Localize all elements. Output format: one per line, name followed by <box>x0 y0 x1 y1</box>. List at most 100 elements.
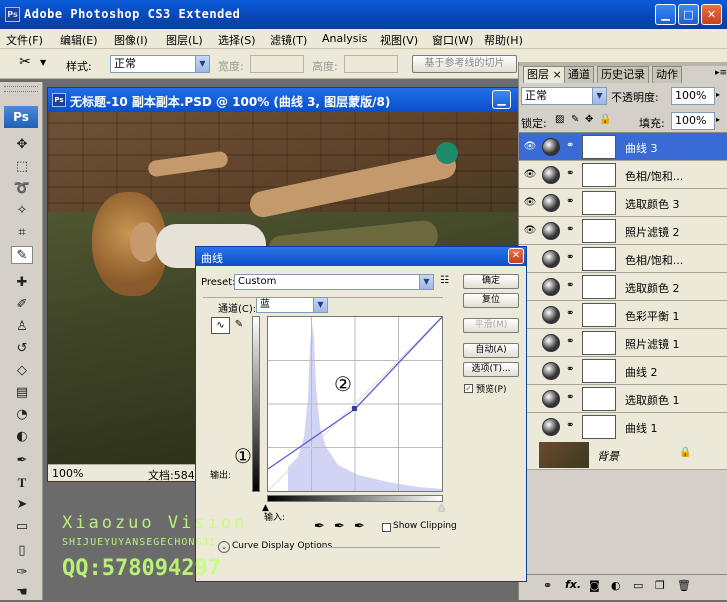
chain-link-icon[interactable]: ⚭ <box>566 252 576 266</box>
width-input[interactable] <box>250 55 304 73</box>
menu-window[interactable]: 窗口(W) <box>432 32 473 48</box>
height-input[interactable] <box>344 55 398 73</box>
menu-file[interactable]: 文件(F) <box>6 32 43 48</box>
crop-tool-icon[interactable]: ⌗ <box>11 224 33 242</box>
layer-row[interactable]: 👁 ⚭ 曲线 3 <box>519 133 727 161</box>
preview-checkbox[interactable]: ✓ <box>464 384 473 393</box>
document-minimize-button[interactable]: ▁ <box>492 90 511 109</box>
chain-link-icon[interactable]: ⚭ <box>566 420 576 434</box>
auto-button[interactable]: 自动(A) <box>463 343 519 358</box>
menu-edit[interactable]: 编辑(E) <box>60 32 98 48</box>
layer-row[interactable]: ⚭ 色彩平衡 1 <box>519 301 727 329</box>
layer-mask-thumbnail[interactable] <box>582 163 616 187</box>
tab-history[interactable]: 历史记录 <box>597 66 649 83</box>
layer-row[interactable]: 👁 ⚭ 照片滤镜 2 <box>519 217 727 245</box>
slice-tool-icon[interactable]: ✎ <box>11 246 33 264</box>
curve-display-options-label[interactable]: Curve Display Options <box>232 541 332 551</box>
adjustment-icon[interactable]: ◐ <box>611 579 621 592</box>
blend-mode-select[interactable]: 正常 ▼ <box>521 87 607 105</box>
pencil-icon[interactable]: ✎ <box>232 317 246 334</box>
layer-mask-thumbnail[interactable] <box>582 387 616 411</box>
preset-select[interactable]: Custom ▼ <box>234 274 434 290</box>
layer-row[interactable]: ⚭ 色相/饱和... <box>519 245 727 273</box>
magic-wand-tool-icon[interactable]: ✧ <box>11 202 33 220</box>
maximize-button[interactable]: □ <box>678 4 699 25</box>
layer-mask-thumbnail[interactable] <box>582 415 616 439</box>
layer-mask-thumbnail[interactable] <box>582 191 616 215</box>
panel-menu-icon[interactable]: ▸≡ <box>715 68 727 78</box>
shape-tool-icon[interactable]: ▭ <box>11 518 33 536</box>
menu-help[interactable]: 帮助(H) <box>484 32 523 48</box>
layer-row[interactable]: ⚭ 选取颜色 2 <box>519 273 727 301</box>
blur-tool-icon[interactable]: ◔ <box>11 406 33 424</box>
layer-row[interactable]: ⚭ 照片滤镜 1 <box>519 329 727 357</box>
chain-link-icon[interactable]: ⚭ <box>566 364 576 378</box>
layer-mask-thumbnail[interactable] <box>582 135 616 159</box>
new-layer-icon[interactable]: ❐ <box>655 579 665 592</box>
lasso-tool-icon[interactable]: ➰ <box>11 180 33 198</box>
black-eyedropper-icon[interactable]: ✒ <box>314 519 325 534</box>
move-tool-icon[interactable]: ✥ <box>11 136 33 154</box>
type-tool-icon[interactable]: T <box>11 474 33 492</box>
gray-eyedropper-icon[interactable]: ✒ <box>334 519 345 534</box>
slice-select-tool-icon[interactable]: ✂ <box>14 54 36 74</box>
layer-mask-thumbnail[interactable] <box>582 275 616 299</box>
mask-icon[interactable]: ◙ <box>589 579 600 592</box>
curve-graph[interactable] <box>267 316 443 492</box>
chain-link-icon[interactable]: ⚭ <box>566 308 576 322</box>
tab-channels[interactable]: 通道 <box>564 66 594 83</box>
lock-position-icon[interactable]: ✥ <box>585 114 593 125</box>
notes-tool-icon[interactable]: ▯ <box>11 542 33 560</box>
layer-row[interactable]: ⚭ 曲线 2 <box>519 357 727 385</box>
chain-link-icon[interactable]: ⚭ <box>566 280 576 294</box>
layer-row[interactable]: ⚭ 曲线 1 <box>519 413 727 441</box>
slices-from-guides-button[interactable]: 基于参考线的切片 <box>412 55 517 73</box>
smooth-button[interactable]: 平滑(M) <box>463 318 519 333</box>
eraser-tool-icon[interactable]: ◇ <box>11 362 33 380</box>
tab-close-icon[interactable]: × <box>553 68 562 81</box>
reset-button[interactable]: 复位 <box>463 293 519 308</box>
document-size[interactable]: 文档:584 <box>148 467 195 483</box>
eye-icon[interactable]: 👁 <box>523 169 537 181</box>
menu-filter[interactable]: 滤镜(T) <box>270 32 307 48</box>
layer-mask-thumbnail[interactable] <box>582 303 616 327</box>
lock-all-icon[interactable]: 🔒 <box>599 114 611 125</box>
minimize-button[interactable]: ▁ <box>655 4 676 25</box>
eye-icon[interactable]: 👁 <box>523 141 537 153</box>
layer-row[interactable]: 👁 ⚭ 选取颜色 3 <box>519 189 727 217</box>
menu-layer[interactable]: 图层(L) <box>166 32 203 48</box>
layer-row[interactable]: 👁 ⚭ 色相/饱和... <box>519 161 727 189</box>
white-eyedropper-icon[interactable]: ✒ <box>354 519 365 534</box>
curves-close-button[interactable]: ✕ <box>508 248 524 264</box>
channel-select[interactable]: 蓝 ▼ <box>256 297 328 313</box>
tab-actions[interactable]: 动作 <box>652 66 682 83</box>
chain-link-icon[interactable]: ⚭ <box>566 140 576 154</box>
menu-view[interactable]: 视图(V) <box>380 32 418 48</box>
menu-image[interactable]: 图像(I) <box>114 32 148 48</box>
layer-mask-thumbnail[interactable] <box>582 247 616 271</box>
layer-mask-thumbnail[interactable] <box>582 219 616 243</box>
marquee-tool-icon[interactable]: ⬚ <box>11 158 33 176</box>
trash-icon[interactable]: 🗑 <box>677 579 691 592</box>
eye-icon[interactable]: 👁 <box>523 197 537 209</box>
hand-tool-icon[interactable]: ☚ <box>11 584 33 602</box>
tool-preset-dropdown-icon[interactable]: ▼ <box>40 58 46 67</box>
chain-link-icon[interactable]: ⚭ <box>566 196 576 210</box>
brush-tool-icon[interactable]: ✐ <box>11 296 33 314</box>
fx-icon[interactable]: fx. <box>565 578 581 591</box>
toolbox-grip[interactable] <box>4 86 38 92</box>
link-icon[interactable]: ⚭ <box>543 579 552 592</box>
path-selection-tool-icon[interactable]: ➤ <box>11 496 33 514</box>
chain-link-icon[interactable]: ⚭ <box>566 392 576 406</box>
clone-stamp-tool-icon[interactable]: ♙ <box>11 318 33 336</box>
eye-icon[interactable]: 👁 <box>523 225 537 237</box>
layer-mask-thumbnail[interactable] <box>582 331 616 355</box>
tab-layers[interactable]: 图层 × <box>523 66 566 83</box>
show-clipping-checkbox[interactable] <box>382 523 391 532</box>
style-select[interactable]: 正常 ▼ <box>110 55 210 73</box>
healing-brush-tool-icon[interactable]: ✚ <box>11 274 33 292</box>
close-button[interactable]: ✕ <box>701 4 722 25</box>
preset-options-icon[interactable]: ☷ <box>440 275 449 286</box>
lock-transparent-icon[interactable]: ▨ <box>555 114 564 125</box>
options-button[interactable]: 选项(T)... <box>463 362 519 377</box>
